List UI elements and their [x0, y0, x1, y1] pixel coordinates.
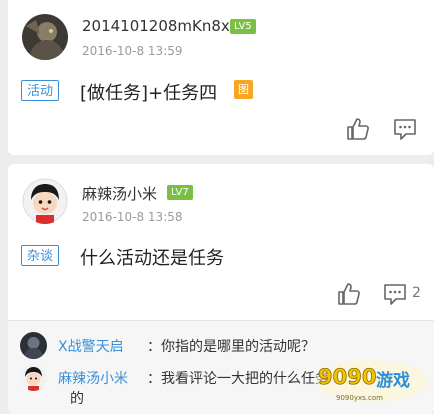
- comment-count: 2: [412, 285, 421, 301]
- reply-text: 我看评论一大把的什么任务: [161, 371, 329, 387]
- reply-colon: ：: [147, 339, 161, 355]
- avatar-image: [20, 364, 47, 391]
- reply-avatar[interactable]: [20, 364, 47, 391]
- level-badge: LV7: [167, 185, 193, 200]
- post-card[interactable]: 2014101208mKn8x LV5 2016-10-8 13:59 活动 […: [8, 0, 434, 155]
- watermark-url: 9090yxs.com: [336, 394, 383, 402]
- watermark-brand: 9090: [318, 365, 376, 389]
- reply-author[interactable]: 麻辣汤小米: [58, 368, 128, 388]
- category-tag[interactable]: 杂谈: [21, 245, 60, 266]
- image-badge: 图: [234, 80, 253, 99]
- thumbs-up-icon: [338, 283, 360, 305]
- thumbs-up-icon: [347, 118, 369, 140]
- reply-text-continued: 的: [70, 391, 84, 407]
- reply-colon: ：: [147, 371, 161, 387]
- post-text[interactable]: 什么活动还是任务: [80, 244, 224, 270]
- watermark-logo-icon: 9090 游戏 9090yxs.com: [316, 360, 428, 402]
- comment-button[interactable]: [392, 116, 418, 142]
- post-text[interactable]: [做任务]+任务四: [80, 79, 217, 105]
- user-avatar[interactable]: [22, 178, 68, 224]
- avatar-image: [22, 178, 68, 224]
- like-button[interactable]: [336, 281, 362, 307]
- user-avatar[interactable]: [22, 14, 68, 60]
- post-time: 2016-10-8 13:58: [82, 210, 183, 224]
- category-tag[interactable]: 活动: [21, 80, 60, 101]
- site-watermark-logo: 9090 游戏 9090yxs.com: [314, 356, 430, 404]
- watermark-sub: 游戏: [376, 370, 410, 391]
- level-badge: LV5: [230, 19, 256, 34]
- avatar-image: [20, 332, 47, 359]
- comment-icon: [394, 119, 416, 140]
- reply-avatar[interactable]: [20, 332, 47, 359]
- username[interactable]: 麻辣汤小米: [82, 183, 157, 204]
- avatar-image: [22, 14, 68, 60]
- username[interactable]: 2014101208mKn8x: [82, 17, 230, 35]
- reply-text: 你指的是哪里的活动呢？: [161, 339, 315, 355]
- comment-button[interactable]: [382, 281, 408, 307]
- like-button[interactable]: [345, 116, 371, 142]
- post-time: 2016-10-8 13:59: [82, 44, 183, 58]
- reply-author[interactable]: X战警天启: [58, 336, 124, 356]
- comment-icon: [384, 284, 406, 305]
